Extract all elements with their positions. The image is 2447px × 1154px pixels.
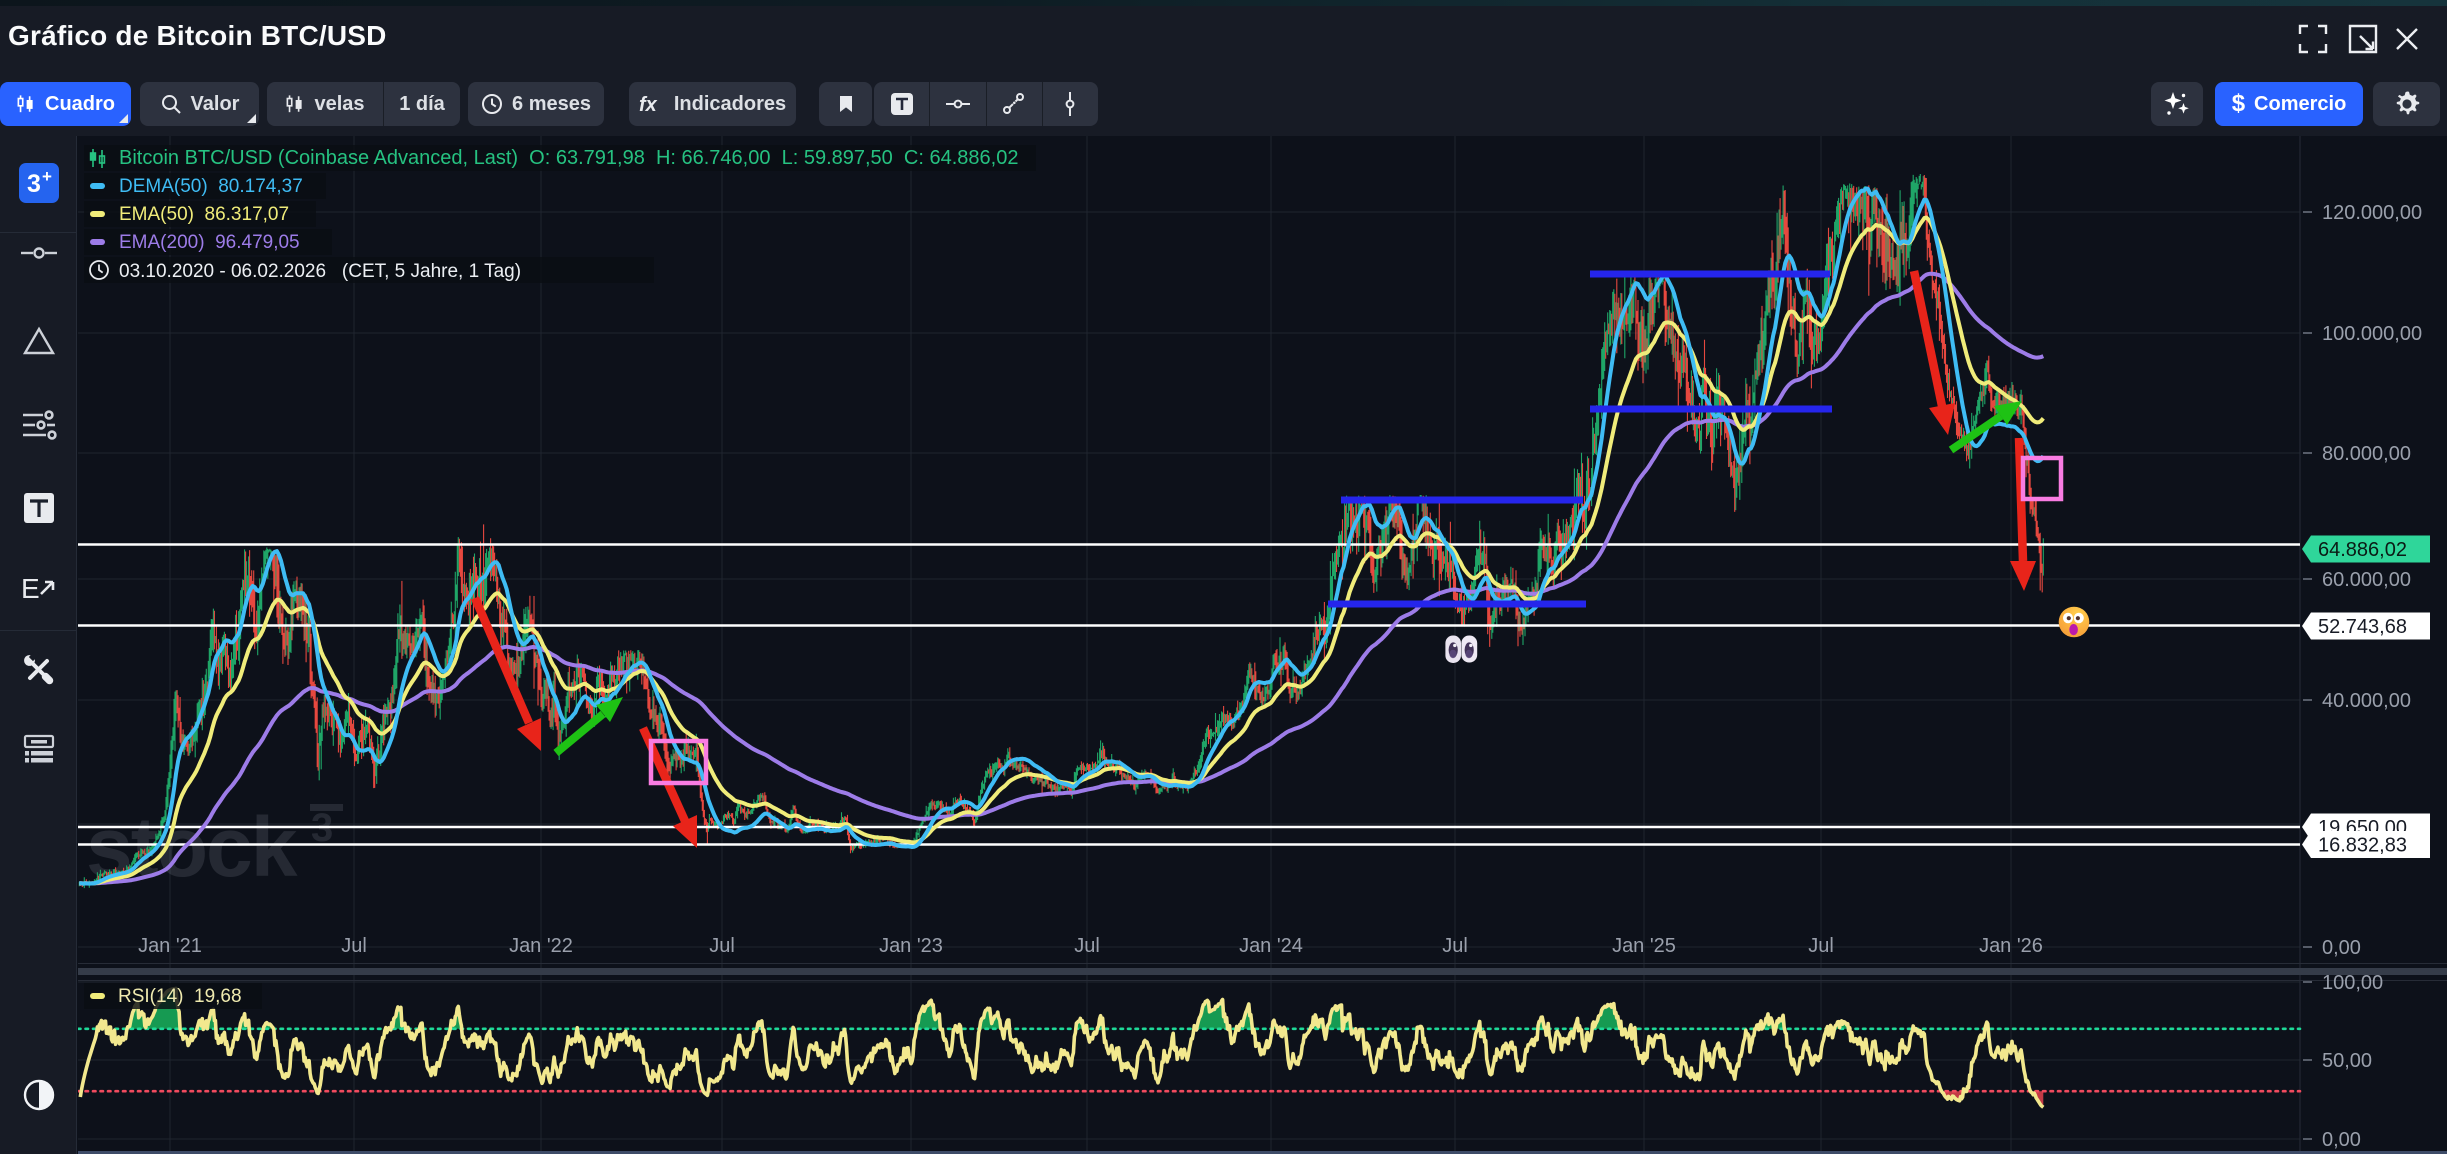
svg-text:Jan '22: Jan '22: [509, 935, 573, 957]
svg-text:E: E: [21, 573, 40, 604]
svg-text:50,00: 50,00: [2322, 1050, 2372, 1072]
svg-text:40.000,00: 40.000,00: [2322, 690, 2411, 712]
svg-text:52.743,68: 52.743,68: [2318, 616, 2407, 638]
svg-text:100,00: 100,00: [2322, 972, 2383, 994]
svg-text:Jul: Jul: [341, 935, 367, 957]
svg-text:120.000,00: 120.000,00: [2322, 202, 2422, 224]
svg-text:RSI(14) 19,68: RSI(14) 19,68: [118, 986, 242, 1007]
svg-text:Jan '25: Jan '25: [1612, 935, 1676, 957]
svg-text:fx: fx: [639, 94, 658, 115]
svg-text:0,00: 0,00: [2322, 937, 2361, 959]
svg-text:Jul: Jul: [709, 935, 735, 957]
svg-text:03.10.2020 - 06.02.2026 (CET: 03.10.2020 - 06.02.2026 (CET, 5 Jahre, 1…: [119, 261, 521, 282]
svg-text:EMA(200) 96.479,05: EMA(200) 96.479,05: [119, 232, 300, 253]
svg-text:Jan '23: Jan '23: [879, 935, 943, 957]
svg-text:Jul: Jul: [1808, 935, 1834, 957]
svg-text:Jan '21: Jan '21: [138, 935, 202, 957]
svg-text:64.886,02: 64.886,02: [2318, 539, 2407, 561]
svg-text:Jan '24: Jan '24: [1239, 935, 1303, 957]
svg-text:100.000,00: 100.000,00: [2322, 323, 2422, 345]
svg-text:EMA(50) 86.317,07: EMA(50) 86.317,07: [119, 204, 289, 225]
svg-text:3: 3: [27, 170, 41, 198]
svg-text:0,00: 0,00: [2322, 1129, 2361, 1151]
svg-text:DEMA(50) 80.174,37: DEMA(50) 80.174,37: [119, 176, 303, 197]
svg-text:+: +: [42, 167, 52, 186]
svg-text:80.000,00: 80.000,00: [2322, 443, 2411, 465]
svg-text:16.832,83: 16.832,83: [2318, 835, 2407, 857]
svg-text:Jul: Jul: [1074, 935, 1100, 957]
svg-text:60.000,00: 60.000,00: [2322, 569, 2411, 591]
svg-text:Jul: Jul: [1442, 935, 1468, 957]
svg-text:Bitcoin BTC/USD (Coinbase Adva: Bitcoin BTC/USD (Coinbase Advanced, Last…: [119, 147, 1018, 169]
svg-text:Jan '26: Jan '26: [1979, 935, 2043, 957]
